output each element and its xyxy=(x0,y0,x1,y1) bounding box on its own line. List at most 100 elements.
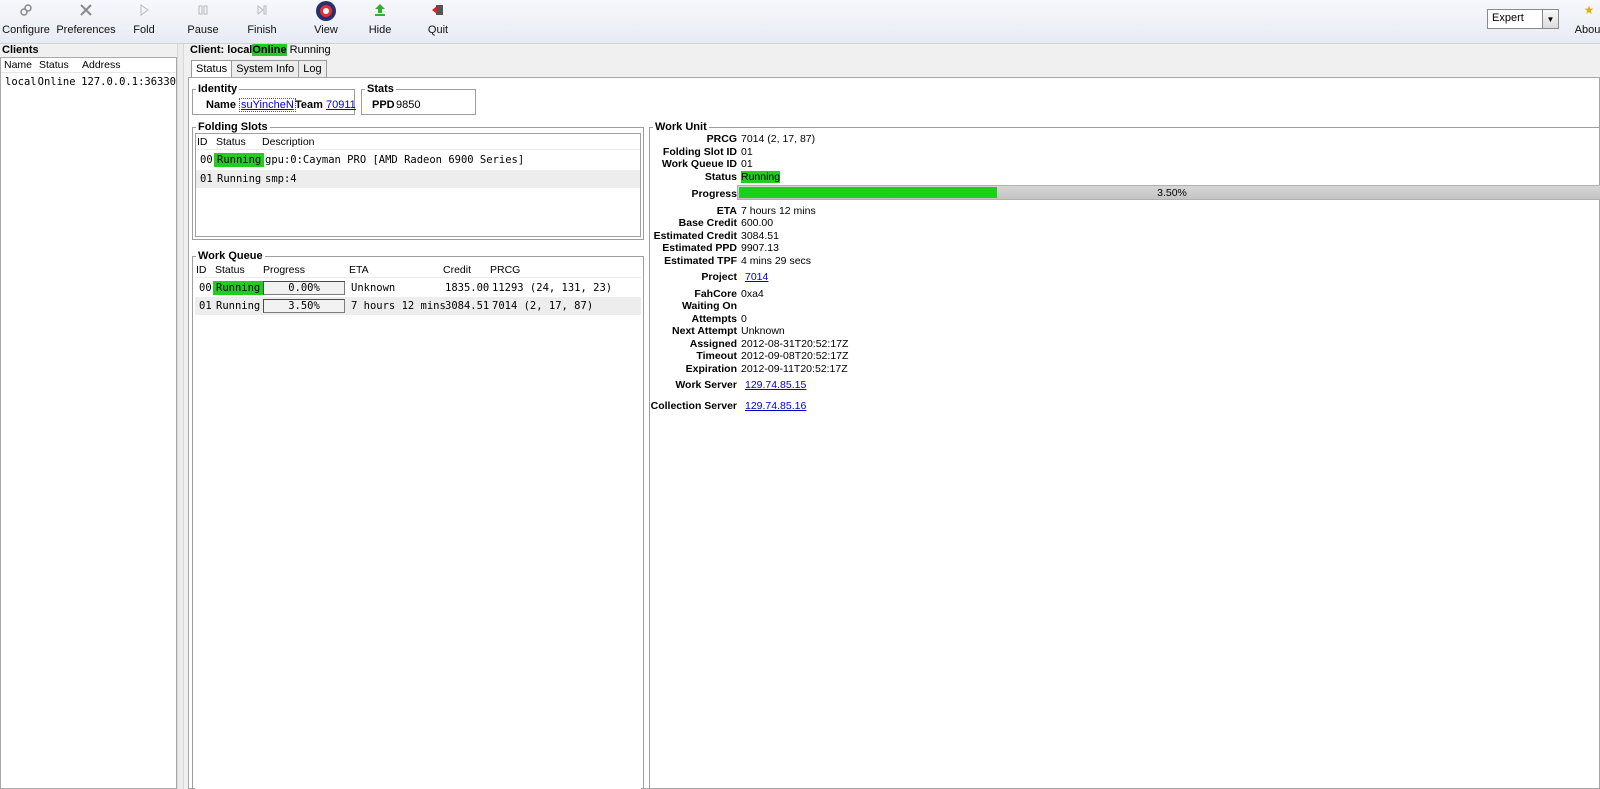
pause-button[interactable]: Pause xyxy=(187,0,219,42)
fs-col-id[interactable]: ID xyxy=(197,136,208,148)
wu-base-credit-value: 600.00 xyxy=(741,217,774,229)
table-row[interactable]: 00 Running gpu:0:Cayman PRO [AMD Radeon … xyxy=(196,151,640,169)
client-online-badge: Online xyxy=(252,44,287,56)
configure-label: Configure xyxy=(2,24,50,36)
wu-collection-server-label: Collection Server xyxy=(650,400,737,412)
wq-col-progress[interactable]: Progress xyxy=(263,264,305,276)
wu-eta-label: ETA xyxy=(716,205,737,217)
clients-col-address[interactable]: Address xyxy=(79,59,121,71)
tab-status[interactable]: Status xyxy=(191,60,233,78)
wu-status-value: Running xyxy=(741,171,781,183)
wq-col-prcg[interactable]: PRCG xyxy=(490,264,520,276)
about-button[interactable]: ★ About xyxy=(1572,0,1600,42)
clients-col-status[interactable]: Status xyxy=(36,59,79,71)
view-button[interactable]: View xyxy=(310,0,342,42)
hide-label: Hide xyxy=(368,24,392,36)
wq-col-status[interactable]: Status xyxy=(215,264,245,276)
wu-collection-server-row: Collection Server 129.74.85.16 xyxy=(649,400,1600,413)
table-row[interactable]: 01 Running smp:4 xyxy=(196,170,640,188)
stats-ppd-label: PPD xyxy=(372,99,395,111)
wu-slot-label: Folding Slot ID xyxy=(662,146,737,158)
wu-assigned-label: Assigned xyxy=(689,338,737,350)
wu-prcg-row: PRCG 7014 (2, 17, 87) xyxy=(649,133,1600,146)
view-label: View xyxy=(314,24,338,36)
wu-attempts-label: Attempts xyxy=(691,313,737,325)
status-tab-body: Identity Name suYincheN Team 70911 Stats… xyxy=(188,77,1600,789)
wq-col-id[interactable]: ID xyxy=(196,264,207,276)
clients-list: Name Status Address local Online 127.0.0… xyxy=(0,57,177,789)
fold-label: Fold xyxy=(133,24,155,36)
quit-button[interactable]: Quit xyxy=(425,0,451,42)
wq-row0-status: Running xyxy=(213,281,264,295)
stats-ppd-value: 9850 xyxy=(396,99,421,111)
wu-timeout-value: 2012-09-08T20:52:17Z xyxy=(741,350,849,362)
client-header-state: Running xyxy=(289,44,331,56)
table-row[interactable]: 00 Running 0.00% Unknown 1835.00 11293 (… xyxy=(195,279,641,297)
wu-est-ppd-row: Estimated PPD 9907.13 xyxy=(649,242,1600,255)
table-row[interactable]: 01 Running 3.50% 7 hours 12 mins 3084.51… xyxy=(195,297,641,315)
client-header-name: local xyxy=(227,44,253,56)
wu-est-tpf-label: Estimated TPF xyxy=(664,255,737,267)
fs-col-description[interactable]: Description xyxy=(262,136,315,148)
clients-col-name[interactable]: Name xyxy=(1,59,36,71)
identity-team-link[interactable]: 70911 xyxy=(326,99,356,111)
wu-progress-bar: 3.50% xyxy=(737,185,1600,200)
wu-expiration-label: Expiration xyxy=(685,363,737,375)
mode-select-value: Expert xyxy=(1492,12,1524,24)
work-queue-table: ID Status Progress ETA Credit PRCG 00 Ru… xyxy=(195,262,641,789)
tab-log[interactable]: Log xyxy=(298,60,327,77)
wu-est-credit-label: Estimated Credit xyxy=(653,230,737,242)
wu-collection-server-link[interactable]: 129.74.85.16 xyxy=(745,400,806,412)
wq-row0-id: 00 xyxy=(199,282,212,294)
wu-work-server-row: Work Server 129.74.85.15 xyxy=(649,379,1600,392)
fs-col-status[interactable]: Status xyxy=(216,136,246,148)
wu-prcg-value: 7014 (2, 17, 87) xyxy=(741,133,816,145)
wq-row1-credit: 3084.51 xyxy=(445,300,490,312)
pause-label: Pause xyxy=(187,24,219,36)
wu-fahcore-value: 0xa4 xyxy=(741,288,764,300)
folding-slots-title: Folding Slots xyxy=(196,121,270,133)
fs-row1-status: Running xyxy=(217,173,262,185)
configure-button[interactable]: Configure xyxy=(2,0,50,42)
mode-select[interactable]: Expert ▼ xyxy=(1487,9,1559,29)
wu-next-attempt-value: Unknown xyxy=(741,325,785,337)
panel-splitter[interactable] xyxy=(177,44,184,789)
wu-base-credit-label: Base Credit xyxy=(678,217,737,229)
wu-expiration-value: 2012-09-11T20:52:17Z xyxy=(741,363,848,375)
identity-name-link[interactable]: suYincheN xyxy=(239,98,296,112)
tab-system-info[interactable]: System Info xyxy=(231,60,300,77)
wu-work-server-link[interactable]: 129.74.85.15 xyxy=(745,379,806,391)
stats-title: Stats xyxy=(365,83,396,95)
wu-est-ppd-label: Estimated PPD xyxy=(662,242,737,254)
finish-label: Finish xyxy=(247,24,277,36)
client-address: 127.0.0.1:36330 xyxy=(81,75,176,88)
wu-progress-label: Progress xyxy=(691,188,737,200)
wu-project-link[interactable]: 7014 xyxy=(745,271,768,283)
clients-title: Clients xyxy=(2,44,39,56)
client-row[interactable]: local Online 127.0.0.1:36330 xyxy=(1,73,176,90)
folding-slots-table: ID Status Description 00 Running gpu:0:C… xyxy=(195,133,641,237)
client-header: Client: localOnline Running xyxy=(190,44,331,56)
fold-button[interactable]: Fold xyxy=(131,0,157,42)
wu-next-attempt-row: Next Attempt Unknown xyxy=(649,325,1600,338)
hide-button[interactable]: Hide xyxy=(366,0,394,42)
wu-status-label: Status xyxy=(704,171,737,183)
hide-icon xyxy=(372,2,388,18)
chevron-down-icon[interactable]: ▼ xyxy=(1542,10,1558,28)
wq-row1-id: 01 xyxy=(199,300,212,312)
wu-est-credit-value: 3084.51 xyxy=(741,230,779,242)
stats-group: Stats PPD 9850 xyxy=(361,83,476,115)
finish-button[interactable]: Finish xyxy=(247,0,277,42)
fs-row1-id: 01 xyxy=(200,173,213,185)
wu-expiration-row: Expiration 2012-09-11T20:52:17Z xyxy=(649,363,1600,376)
wu-est-tpf-value: 4 mins 29 secs xyxy=(741,255,812,267)
wq-col-credit[interactable]: Credit xyxy=(443,264,471,276)
wq-row0-eta: Unknown xyxy=(351,282,396,294)
wu-eta-value: 7 hours 12 mins xyxy=(741,205,816,217)
wu-slot-value: 01 xyxy=(741,146,753,158)
wq-col-eta[interactable]: ETA xyxy=(349,264,369,276)
wu-status-row: Status Running xyxy=(649,171,1600,184)
configure-icon xyxy=(18,2,34,18)
preferences-button[interactable]: Preferences xyxy=(56,0,116,42)
work-unit-fields: PRCG 7014 (2, 17, 87) Folding Slot ID 01 W… xyxy=(649,78,1600,789)
